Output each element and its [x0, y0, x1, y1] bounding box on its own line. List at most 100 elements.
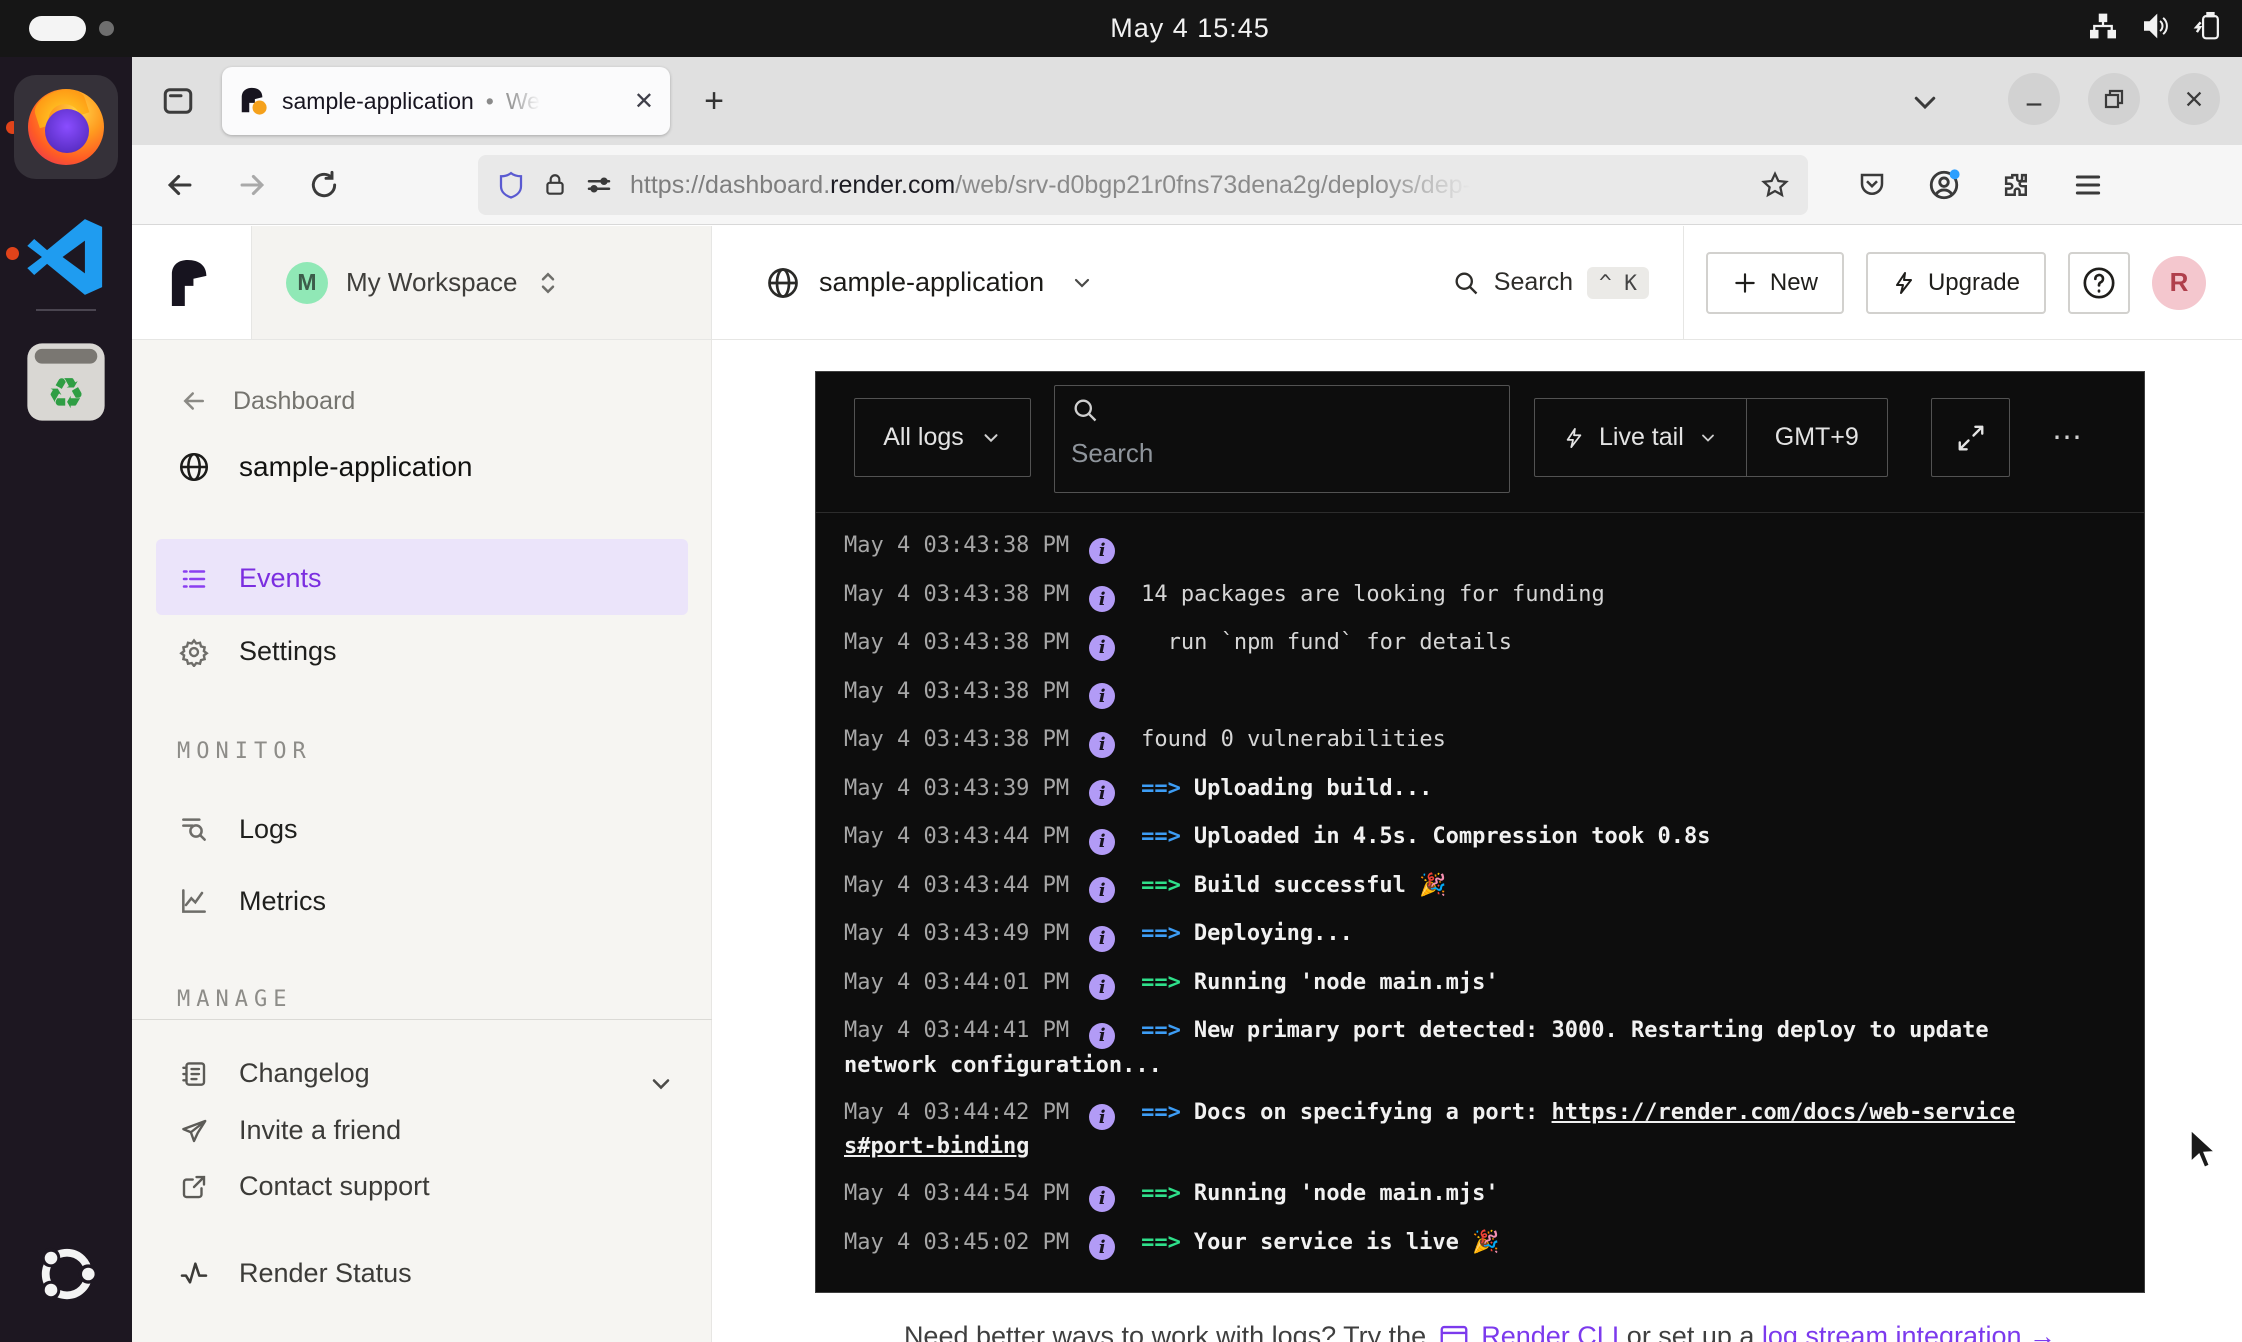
log-row: May 4 03:43:38 PMi14 packages are lookin…	[844, 578, 2026, 613]
sidebar-service-name: sample-application	[239, 451, 472, 483]
gear-icon	[177, 637, 211, 667]
browser-tab[interactable]: sample-application • We ✕	[222, 67, 670, 135]
sidebar-item-logs[interactable]: Logs	[177, 813, 298, 845]
info-icon: i	[1089, 877, 1115, 903]
render-logo[interactable]	[132, 226, 251, 339]
bookmark-star-icon[interactable]	[1760, 170, 1790, 200]
log-row: May 4 03:44:41 PMi==>New primary port de…	[844, 1014, 2026, 1082]
render-cli-link[interactable]: Render CLI	[1481, 1321, 1619, 1342]
paper-plane-icon	[177, 1116, 211, 1146]
metrics-chart-icon	[177, 885, 211, 917]
service-selector[interactable]: sample-application	[765, 226, 1094, 339]
workspace-indicator-dot[interactable]	[99, 21, 114, 36]
dock-firefox[interactable]	[14, 75, 118, 179]
changelog-icon	[177, 1059, 211, 1089]
tracking-protection-shield-icon[interactable]	[496, 169, 526, 201]
info-icon: i	[1089, 974, 1115, 1000]
minimize-button[interactable]	[2008, 73, 2060, 125]
sidebar-item-contact-support[interactable]: Contact support	[177, 1171, 430, 1202]
log-row: May 4 03:44:54 PMi==>Running 'node main.…	[844, 1177, 2026, 1212]
render-favicon	[238, 86, 268, 116]
restore-button[interactable]	[2088, 73, 2140, 125]
log-timestamp: May 4 03:43:49 PM	[844, 921, 1069, 946]
log-filter-dropdown[interactable]: All logs	[854, 398, 1031, 477]
sidebar-service[interactable]: sample-application	[177, 450, 472, 484]
back-icon[interactable]	[160, 165, 200, 205]
more-options-icon[interactable]: ⋯	[2052, 398, 2086, 477]
pocket-icon[interactable]	[1852, 165, 1892, 205]
sidebar-item-render-status[interactable]: Render Status	[177, 1257, 412, 1289]
render-status-label: Render Status	[239, 1258, 412, 1289]
info-icon: i	[1089, 829, 1115, 855]
logs-search-icon	[177, 813, 211, 845]
timezone-button[interactable]: GMT+9	[1747, 399, 1887, 476]
url-path: /web/srv-d0bgp21r0fns73dena2g/deploys/de…	[955, 171, 1471, 199]
sidebar-back-dashboard[interactable]: Dashboard	[177, 386, 355, 416]
log-arrow: ==>	[1141, 873, 1181, 898]
url-text[interactable]: https://dashboard.render.com/web/srv-d0b…	[630, 171, 1760, 200]
events-label: Events	[239, 563, 322, 594]
menu-hamburger-icon[interactable]	[2068, 165, 2108, 205]
log-timestamp: May 4 03:43:44 PM	[844, 873, 1069, 898]
sidebar-section-monitor: MONITOR	[177, 739, 312, 764]
sidebar-item-events[interactable]: Events	[177, 563, 322, 594]
sidebar-item-settings[interactable]: Settings	[177, 636, 337, 667]
expand-logs-button[interactable]	[1931, 398, 2010, 477]
tab-close-icon[interactable]: ✕	[634, 87, 654, 116]
log-search-input[interactable]: Search	[1054, 385, 1510, 493]
log-row: May 4 03:45:02 PMi==>Your service is liv…	[844, 1226, 2026, 1261]
reload-icon[interactable]	[304, 165, 344, 205]
url-bar[interactable]: https://dashboard.render.com/web/srv-d0b…	[478, 155, 1808, 215]
firefox-view-icon[interactable]	[156, 79, 200, 123]
help-button[interactable]	[2068, 252, 2130, 314]
live-tail-label: Live tail	[1599, 423, 1684, 452]
info-icon: i	[1089, 926, 1115, 952]
changelog-chevron-icon[interactable]	[647, 1070, 675, 1098]
sidebar-item-invite[interactable]: Invite a friend	[177, 1115, 401, 1146]
forward-icon[interactable]	[232, 165, 272, 205]
log-timestamp: May 4 03:43:38 PM	[844, 727, 1069, 752]
ubuntu-logo-icon[interactable]	[36, 1243, 98, 1305]
dock-trash[interactable]: ♻	[14, 330, 118, 434]
info-icon: i	[1089, 683, 1115, 709]
workspace-selector[interactable]: M My Workspace	[251, 226, 712, 339]
info-icon: i	[1089, 732, 1115, 758]
service-chevron-icon	[1070, 271, 1094, 295]
log-row: May 4 03:44:42 PMi==>Docs on specifying …	[844, 1096, 2026, 1164]
user-avatar[interactable]: R	[2152, 256, 2206, 310]
tab-title: sample-application	[282, 88, 474, 115]
sidebar-item-changelog[interactable]: Changelog	[177, 1058, 370, 1089]
volume-icon	[2140, 11, 2170, 41]
lock-icon[interactable]	[542, 170, 568, 200]
navigation-toolbar: https://dashboard.render.com/web/srv-d0b…	[132, 145, 2242, 225]
log-timestamp: May 4 03:44:01 PM	[844, 970, 1069, 995]
workspace-indicator-pill[interactable]	[29, 16, 86, 41]
log-message: Uploaded in 4.5s. Compression took 0.8s	[1194, 824, 1711, 849]
system-clock[interactable]: May 4 15:45	[1090, 13, 1290, 44]
tab-list-chevron-icon[interactable]	[1910, 87, 1940, 117]
new-button[interactable]: New	[1706, 252, 1844, 314]
system-tray[interactable]	[2088, 11, 2224, 41]
upgrade-button-label: Upgrade	[1928, 269, 2020, 297]
live-tail-dropdown[interactable]: Live tail	[1535, 399, 1746, 476]
app-header: M My Workspace sample-application	[132, 226, 2242, 340]
log-output[interactable]: May 4 03:43:38 PM i May 4 03:43:38 PMi14 …	[816, 512, 2144, 1294]
permissions-icon[interactable]	[584, 170, 614, 200]
dock-vscode[interactable]	[14, 205, 118, 309]
log-message: Uploading build...	[1194, 776, 1432, 801]
sidebar-item-metrics[interactable]: Metrics	[177, 885, 326, 917]
log-stream-link[interactable]: log stream integration	[1762, 1321, 2022, 1342]
log-timestamp: May 4 03:43:38 PM	[844, 582, 1069, 607]
account-icon[interactable]	[1924, 165, 1964, 205]
new-tab-button[interactable]: +	[692, 79, 736, 123]
global-search[interactable]: Search ^ K	[1452, 267, 1649, 299]
external-link-icon	[177, 1172, 211, 1202]
close-button[interactable]	[2168, 73, 2220, 125]
log-timestamp: May 4 03:44:41 PM	[844, 1018, 1069, 1043]
log-arrow: ==>	[1141, 1230, 1181, 1255]
log-message: Running 'node main.mjs'	[1194, 1181, 1499, 1206]
extensions-puzzle-icon[interactable]	[1996, 165, 2036, 205]
note-arrow: →	[2029, 1321, 2056, 1342]
upgrade-button[interactable]: Upgrade	[1866, 252, 2046, 314]
log-timestamp: May 4 03:43:38 PM	[844, 533, 1069, 558]
